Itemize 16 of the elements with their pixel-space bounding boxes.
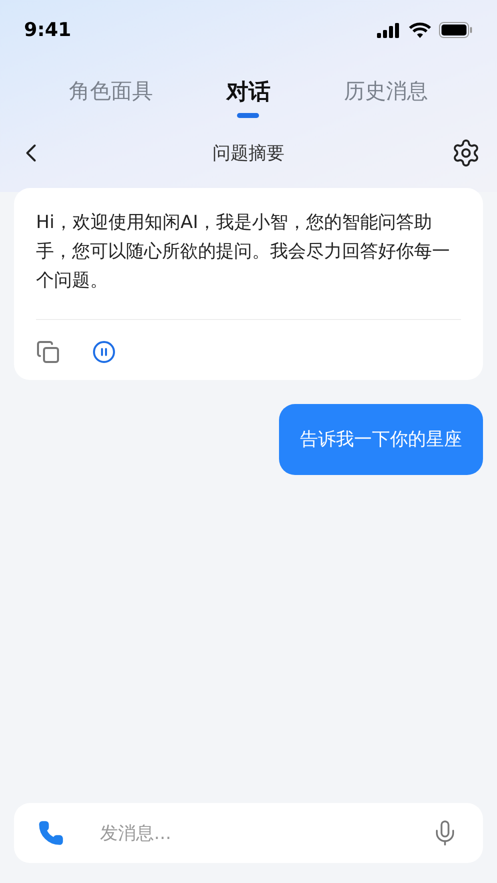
message-input[interactable]: 发消息... [100,820,395,846]
battery-icon [439,22,473,38]
message-text: Hi，欢迎使用知闲AI，我是小智，您的智能问答助手，您可以随心所欲的提问。我会尽力回答好你每一个问题。 [36,211,451,293]
tab[interactable]: 对话 [226,68,270,118]
signal-icon [377,22,401,38]
message-composer[interactable]: 发消息... [14,803,483,863]
phone-icon[interactable] [38,820,64,846]
header-title: 问题摘要 [212,142,284,166]
pause-icon[interactable] [92,340,116,364]
tab[interactable]: 历史消息 [344,68,428,118]
tab[interactable]: 角色面具 [68,68,153,118]
settings-icon[interactable] [451,138,481,168]
status-time: 9:41 [24,18,72,43]
copy-icon[interactable] [36,340,60,364]
wifi-icon [409,22,431,38]
user-message-bubble: 告诉我一下你的星座 [279,404,483,475]
